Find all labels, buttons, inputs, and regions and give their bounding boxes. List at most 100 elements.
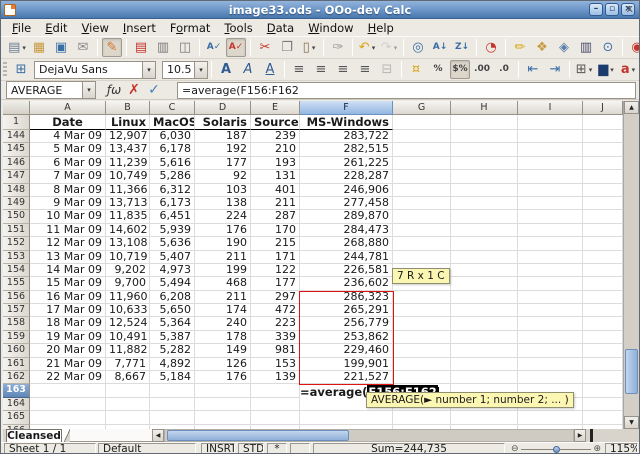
cell[interactable] [393, 371, 451, 384]
cell[interactable] [583, 130, 623, 143]
cell[interactable]: 211 [195, 251, 251, 264]
scroll-down-icon[interactable]: ▼ [624, 416, 639, 429]
cell[interactable] [251, 384, 300, 397]
cell[interactable] [393, 291, 451, 304]
toolbar-grip[interactable] [3, 62, 7, 78]
cell[interactable]: 297 [251, 291, 300, 304]
cell[interactable] [106, 398, 150, 411]
cell[interactable]: 5,939 [150, 224, 195, 237]
chevron-down-icon[interactable]: ▾ [194, 62, 207, 78]
bold-icon[interactable]: A [216, 60, 236, 79]
merge-cells-icon[interactable]: ⊟ [377, 60, 397, 79]
row-header-147[interactable]: 147 [3, 170, 30, 183]
chevron-down-icon[interactable]: ▾ [610, 66, 614, 74]
cell[interactable] [451, 304, 518, 317]
cell[interactable] [30, 411, 106, 424]
row-header-156[interactable]: 156 [3, 291, 30, 304]
close-document-icon[interactable]: x [626, 2, 633, 15]
cell[interactable]: 6,208 [150, 291, 195, 304]
format-standard-icon[interactable]: $% [450, 60, 470, 79]
cell[interactable]: 192 [195, 143, 251, 156]
cell[interactable]: 265,291 [300, 304, 393, 317]
row-header-1[interactable]: 1 [3, 115, 30, 130]
cell[interactable] [393, 304, 451, 317]
zoom-out-icon[interactable]: ⊖ [509, 444, 521, 454]
chevron-down-icon[interactable]: ▾ [394, 44, 398, 52]
insert-mode-field[interactable]: INSRT [201, 443, 235, 454]
cell[interactable] [583, 371, 623, 384]
cell[interactable]: 5,286 [150, 170, 195, 183]
zoom-slider-handle[interactable] [553, 446, 560, 453]
cell[interactable]: 211 [195, 291, 251, 304]
row-header-146[interactable]: 146 [3, 157, 30, 170]
cell[interactable]: 236,602 [300, 277, 393, 290]
maximize-button[interactable]: ▫ [605, 3, 619, 16]
title-bar[interactable]: image33.ods - OOo-dev Calc –▫× [1, 1, 639, 19]
column-header-G[interactable]: G [393, 101, 451, 115]
align-left-icon[interactable]: ≡ [289, 60, 309, 79]
cell[interactable] [518, 157, 583, 170]
sort-ascending-icon[interactable]: A↓ [430, 38, 450, 57]
font-size-combo[interactable]: 10.5 ▾ [162, 61, 208, 79]
edit-file-icon[interactable]: ✎ [102, 38, 122, 57]
new-document-icon[interactable]: ▤▾ [7, 38, 27, 57]
cell[interactable]: 20 Mar 09 [30, 344, 106, 357]
cell[interactable]: 199,901 [300, 358, 393, 371]
horizontal-scroll-thumb[interactable] [167, 430, 349, 441]
cell[interactable]: 10,749 [106, 170, 150, 183]
cell[interactable]: Linux [106, 115, 150, 130]
cell[interactable]: 283,722 [300, 130, 393, 143]
chevron-down-icon[interactable]: ▾ [22, 44, 26, 52]
align-center-icon[interactable]: ≡ [311, 60, 331, 79]
cell[interactable]: 240 [195, 317, 251, 330]
cell[interactable] [393, 358, 451, 371]
cell[interactable]: 5,364 [150, 317, 195, 330]
cell[interactable]: 401 [251, 184, 300, 197]
cell[interactable]: 221,527 [300, 371, 393, 384]
align-right-icon[interactable]: ≡ [333, 60, 353, 79]
cell[interactable] [583, 264, 623, 277]
cell[interactable] [583, 291, 623, 304]
menu-help[interactable]: Help [361, 20, 401, 36]
chevron-down-icon[interactable]: ▾ [632, 66, 636, 74]
cell[interactable]: 6,451 [150, 210, 195, 223]
cell[interactable]: 15 Mar 09 [30, 277, 106, 290]
cell[interactable]: 190 [195, 237, 251, 250]
navigator-icon[interactable]: ◈ [554, 38, 574, 57]
cell[interactable]: 289,870 [300, 210, 393, 223]
sum-field[interactable]: Sum=244,735 [313, 443, 505, 454]
cell[interactable]: 11,239 [106, 157, 150, 170]
cell[interactable]: 22 Mar 09 [30, 371, 106, 384]
font-name-combo[interactable]: DejaVu Sans ▾ [34, 61, 156, 79]
cell[interactable] [583, 398, 623, 411]
row-header-150[interactable]: 150 [3, 210, 30, 223]
cell[interactable]: 239 [251, 130, 300, 143]
cell[interactable] [393, 331, 451, 344]
cell[interactable] [195, 411, 251, 424]
cell[interactable]: 277,458 [300, 197, 393, 210]
add-decimal-icon[interactable]: .00 [472, 60, 492, 79]
cell[interactable] [583, 358, 623, 371]
email-document-icon[interactable]: ✉ [73, 38, 93, 57]
cell[interactable] [451, 184, 518, 197]
cell[interactable]: 5 Mar 09 [30, 143, 106, 156]
page-preview-icon[interactable]: ◫ [175, 38, 195, 57]
cell[interactable]: 19 Mar 09 [30, 331, 106, 344]
cell[interactable] [300, 411, 393, 424]
cell[interactable] [583, 115, 623, 130]
cell[interactable] [451, 264, 518, 277]
zoom-level-field[interactable]: 115% [605, 443, 638, 454]
cell[interactable]: 187 [195, 130, 251, 143]
cell[interactable]: 284,473 [300, 224, 393, 237]
cell[interactable] [518, 143, 583, 156]
cell[interactable]: 4 Mar 09 [30, 130, 106, 143]
cell[interactable] [518, 331, 583, 344]
row-header-164[interactable]: 164 [3, 398, 30, 411]
cell[interactable]: 5,494 [150, 277, 195, 290]
cell[interactable] [393, 130, 451, 143]
cell[interactable]: 92 [195, 170, 251, 183]
print-icon[interactable]: ▥ [153, 38, 173, 57]
cell[interactable]: 261,225 [300, 157, 393, 170]
scroll-left-icon[interactable]: ◀ [152, 429, 164, 442]
cell[interactable]: 215 [251, 237, 300, 250]
